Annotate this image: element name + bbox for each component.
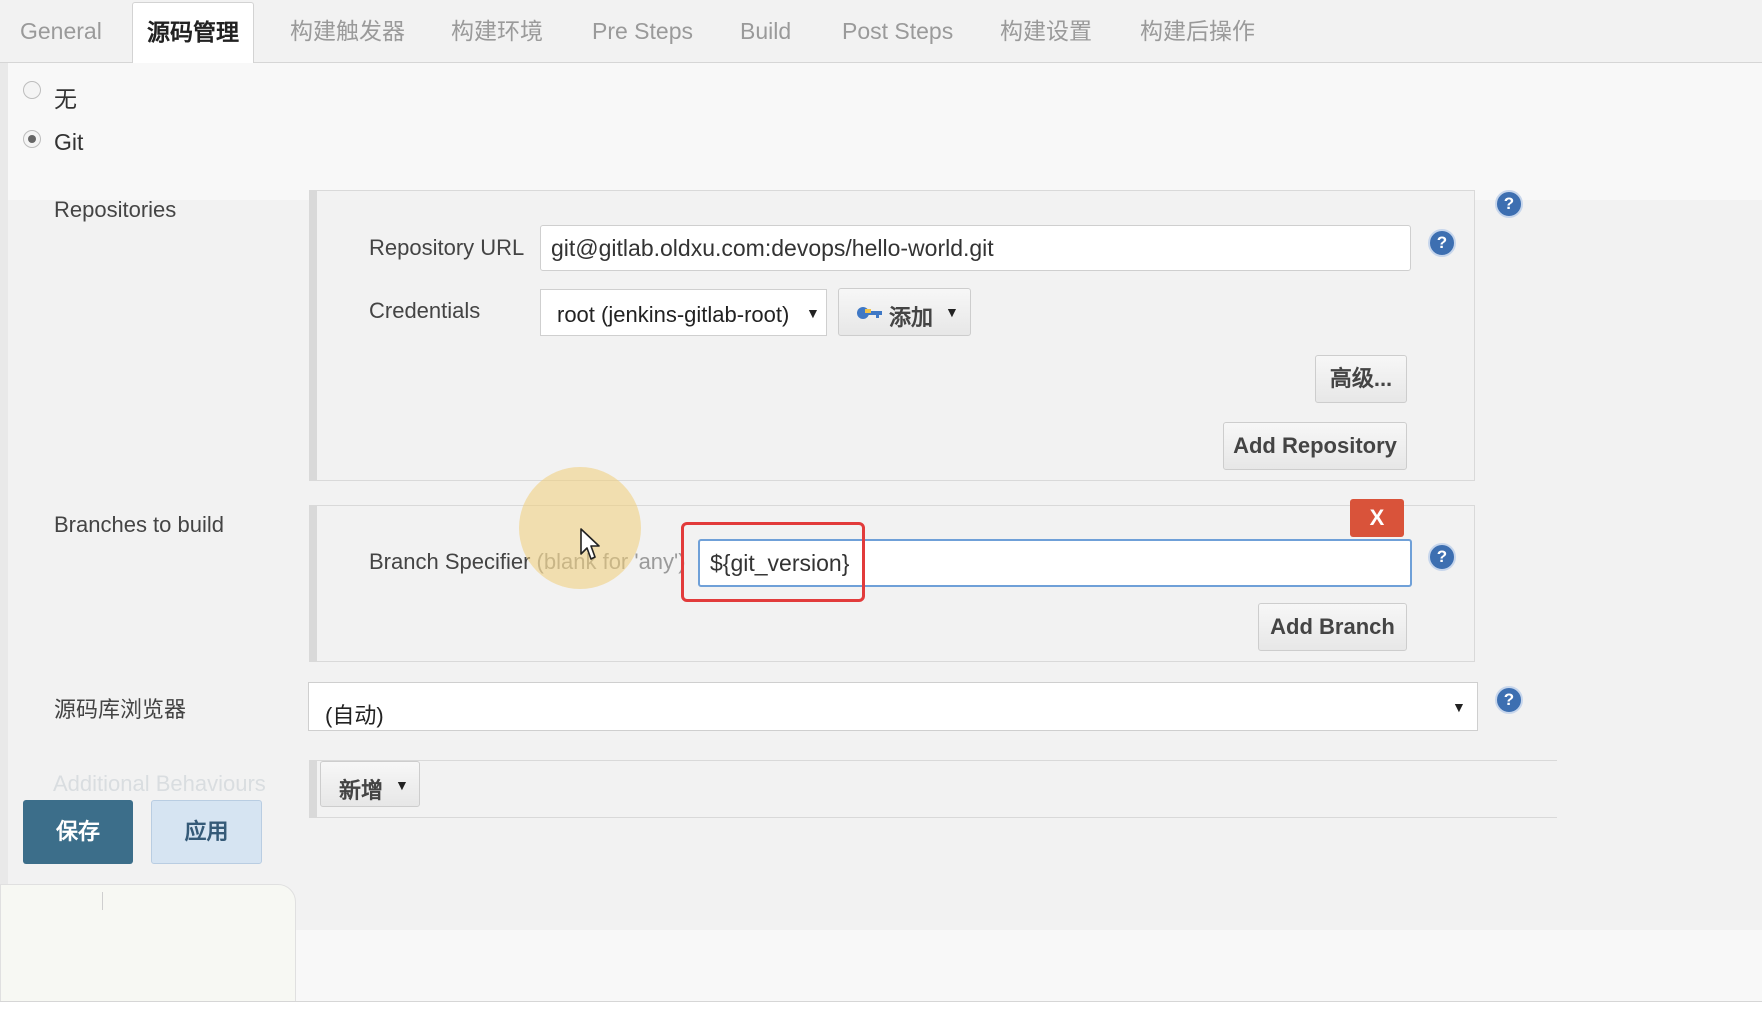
page-footer [0,1001,1762,1021]
add-credentials-button[interactable]: 添加 ▼ [838,288,971,336]
add-branch-button[interactable]: Add Branch [1258,603,1407,651]
repositories-label: Repositories [54,197,177,222]
advanced-button[interactable]: 高级... [1315,355,1407,403]
add-behaviour-label: 新增 [339,778,384,803]
credentials-caret-down-icon: ▼ [806,305,820,321]
add-credentials-caret-down-icon: ▼ [945,304,959,320]
repository-browser-caret-down-icon: ▼ [1452,699,1466,715]
bottom-action-bar [0,884,296,1002]
scm-git-radio[interactable] [23,130,41,148]
additional-behaviours-label: Additional Behaviours [53,771,266,796]
repository-browser-select[interactable]: (自动) ▼ [308,682,1478,731]
repository-browser-label: 源码库浏览器 [54,697,187,722]
tab-general[interactable]: General [20,0,102,62]
add-behaviour-caret-down-icon: ▼ [395,777,409,793]
branches-label: Branches to build [54,512,224,537]
delete-branch-button[interactable]: X [1350,499,1404,537]
tab-post-build-actions[interactable]: 构建后操作 [1140,0,1255,62]
repository-url-help-icon[interactable]: ? [1428,229,1456,257]
repository-browser-value: (自动) [325,703,384,728]
add-behaviour-button[interactable]: 新增 ▼ [320,761,420,807]
tab-post-steps[interactable]: Post Steps [842,0,953,62]
section-left-border [0,63,8,1001]
tab-build-settings[interactable]: 构建设置 [1000,0,1092,62]
branch-specifier-text: Branch Specifier [369,549,531,574]
tab-scm[interactable]: 源码管理 [132,2,254,64]
repository-url-input[interactable] [540,225,1411,271]
repository-url-label: Repository URL [369,235,525,260]
add-repository-button[interactable]: Add Repository [1223,422,1407,470]
tab-build-triggers[interactable]: 构建触发器 [290,0,405,62]
apply-button[interactable]: 应用 [151,800,262,864]
credentials-select[interactable]: root (jenkins-gitlab-root) ▼ [540,289,827,336]
mouse-pointer-icon [580,528,600,560]
footer-divider [102,892,103,910]
annotation-highlight-box [681,522,865,602]
save-button[interactable]: 保存 [23,800,133,864]
branch-specifier-help-icon[interactable]: ? [1428,543,1456,571]
tab-build-environment[interactable]: 构建环境 [451,0,543,62]
repository-browser-help-icon[interactable]: ? [1495,686,1523,714]
scm-git-label: Git [54,129,84,155]
tab-pre-steps[interactable]: Pre Steps [592,0,693,62]
repositories-help-icon[interactable]: ? [1495,190,1523,218]
scm-none-radio[interactable] [23,81,41,99]
key-icon [857,307,882,319]
credentials-value: root (jenkins-gitlab-root) [557,302,790,327]
scm-none-label: 无 [54,86,77,112]
add-credentials-label: 添加 [889,305,934,330]
tab-build[interactable]: Build [740,0,791,62]
credentials-label: Credentials [369,298,481,323]
additional-behaviours-panel [309,760,1557,818]
